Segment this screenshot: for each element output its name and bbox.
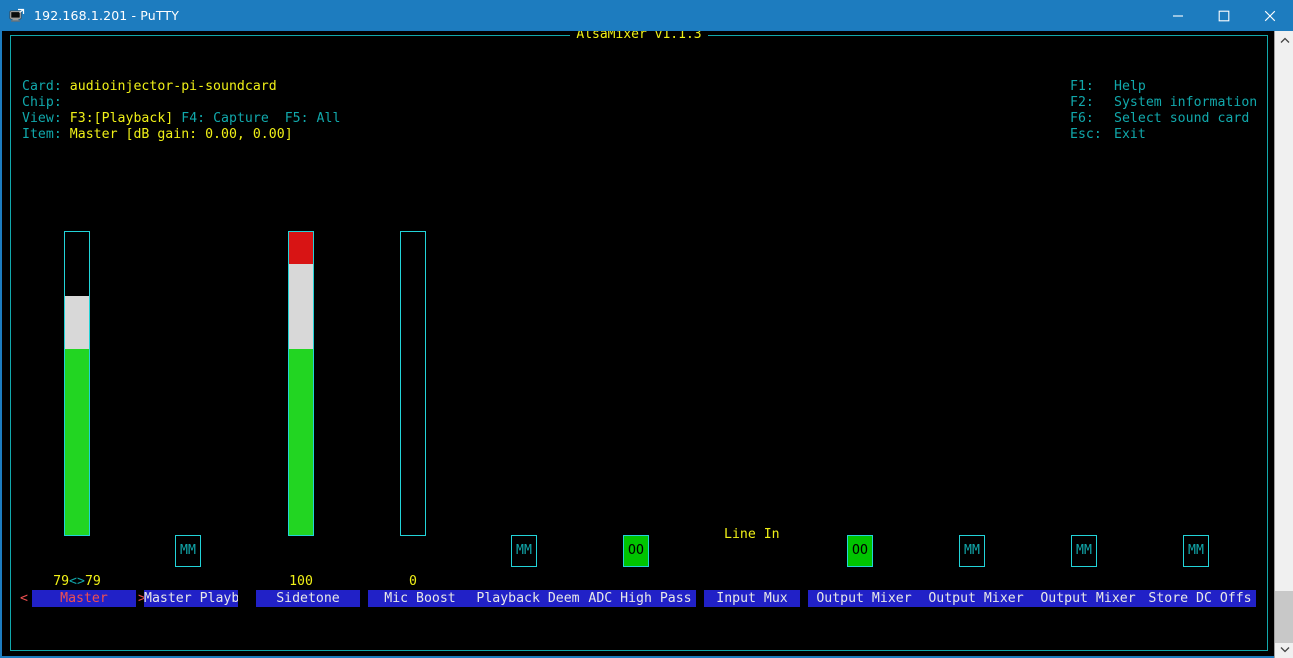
help-text-f2[interactable]: System information: [1114, 95, 1257, 110]
help-key-f2: F2:: [1070, 95, 1094, 110]
putty-icon: [9, 8, 25, 24]
volume-bar-fill: [289, 232, 313, 535]
help-key-f1: F1:: [1070, 79, 1094, 94]
window-title: 192.168.1.201 - PuTTY: [34, 8, 179, 23]
channel-label-master[interactable]: Master: [32, 590, 136, 607]
mute-indicator-adc-high-pass[interactable]: OO: [623, 535, 649, 567]
help-row-f1: F1: Help: [1070, 79, 1146, 95]
value-caption-master: 79<>79: [53, 574, 101, 589]
chip-row: Chip:: [22, 95, 70, 111]
help-row-f6: F6: Select sound card: [1070, 111, 1249, 127]
help-key-esc: Esc:: [1070, 127, 1102, 142]
help-text-esc[interactable]: Exit: [1114, 127, 1146, 142]
value-caption-mic-boost: 0: [409, 574, 417, 589]
view-playback[interactable]: F3:[Playback]: [70, 111, 173, 126]
volume-bar-fill: [65, 296, 89, 535]
mute-indicator-playback-deemphasis[interactable]: MM: [511, 535, 537, 567]
value-caption-sidetone: 100: [289, 574, 313, 589]
channel-label-output-mixer-mic-sidetone[interactable]: Output Mixer: [1032, 590, 1144, 607]
mute-indicator-label: MM: [179, 543, 197, 558]
help-text-f1[interactable]: Help: [1114, 79, 1146, 94]
chip-label: Chip:: [22, 95, 62, 110]
volume-segment-white: [65, 296, 89, 349]
view-all[interactable]: F5: All: [285, 111, 341, 126]
help-key-f6: F6:: [1070, 111, 1094, 126]
mute-indicator-label: MM: [1187, 543, 1205, 558]
volume-segment-green: [65, 349, 89, 535]
mute-indicator-output-mixer-mic-sidetone[interactable]: MM: [1071, 535, 1097, 567]
scrollbar-thumb[interactable]: [1275, 591, 1293, 643]
scroll-down-icon[interactable]: [1275, 640, 1293, 658]
mute-indicator-label: OO: [851, 543, 869, 558]
mute-indicator-output-mixer-hifi[interactable]: OO: [847, 535, 873, 567]
channel-label-adc-high-pass[interactable]: ADC High Pass: [584, 590, 696, 607]
volume-segment-white: [289, 264, 313, 349]
item-value: Master [dB gain: 0.00, 0.00]: [69, 127, 293, 142]
terminal-scrollbar[interactable]: [1274, 31, 1293, 658]
channel-name-row: < Master > Master Playba Sidetone Mic Bo…: [2, 590, 1260, 607]
mute-indicator-label: OO: [627, 543, 645, 558]
help-row-esc: Esc: Exit: [1070, 127, 1146, 143]
channel-label-mic-boost[interactable]: Mic Boost: [368, 590, 472, 607]
item-label: Item:: [22, 127, 62, 142]
volume-bar-master[interactable]: [64, 231, 90, 536]
mute-indicator-master-playback[interactable]: MM: [175, 535, 201, 567]
channel-label-master-playback[interactable]: Master Playba: [144, 590, 238, 607]
mute-indicator-label: MM: [963, 543, 981, 558]
channel-label-output-mixer-line-bypass[interactable]: Output Mixer: [920, 590, 1032, 607]
card-row: Card: audioinjector-pi-soundcard: [22, 79, 277, 95]
close-button[interactable]: [1247, 0, 1293, 31]
channel-label-input-mux[interactable]: Input Mux: [704, 590, 800, 607]
mute-indicator-label: MM: [515, 543, 533, 558]
maximize-button[interactable]: [1201, 0, 1247, 31]
help-text-f6[interactable]: Select sound card: [1114, 111, 1249, 126]
putty-window: 192.168.1.201 - PuTTY AlsaMixer v1.1.3 C…: [0, 0, 1293, 658]
channel-label-sidetone[interactable]: Sidetone: [256, 590, 360, 607]
mute-indicator-store-dc-offset[interactable]: MM: [1183, 535, 1209, 567]
mute-indicator-label: MM: [1075, 543, 1093, 558]
card-label: Card:: [22, 79, 62, 94]
window-titlebar[interactable]: 192.168.1.201 - PuTTY: [0, 0, 1293, 31]
terminal-screen[interactable]: AlsaMixer v1.1.3 Card: audioinjector-pi-…: [2, 31, 1276, 656]
card-value: audioinjector-pi-soundcard: [69, 79, 277, 94]
help-row-f2: F2: System information: [1070, 95, 1257, 111]
alsamixer-title-text: AlsaMixer v1.1.3: [570, 31, 708, 42]
volume-bar-sidetone[interactable]: [288, 231, 314, 536]
channel-label-playback-deemphasis[interactable]: Playback Deem: [472, 590, 584, 607]
channel-label-store-dc-offset[interactable]: Store DC Offs: [1144, 590, 1256, 607]
view-capture[interactable]: F4: Capture: [181, 111, 269, 126]
volume-bar-mic-boost[interactable]: [400, 231, 426, 536]
terminal-window: AlsaMixer v1.1.3 Card: audioinjector-pi-…: [0, 31, 1293, 658]
input-mux-value: Line In: [724, 527, 780, 542]
alsamixer-title: AlsaMixer v1.1.3: [11, 31, 1267, 43]
mute-indicator-output-mixer-line-bypass[interactable]: MM: [959, 535, 985, 567]
view-row: View: F3:[Playback] F4: Capture F5: All: [22, 111, 340, 127]
nav-left-arrow[interactable]: <: [18, 590, 30, 607]
minimize-button[interactable]: [1155, 0, 1201, 31]
volume-segment-green: [289, 349, 313, 535]
volume-segment-red: [289, 232, 313, 264]
channel-label-output-mixer-hifi[interactable]: Output Mixer: [808, 590, 920, 607]
item-row: Item: Master [dB gain: 0.00, 0.00]: [22, 127, 293, 143]
scroll-up-icon[interactable]: [1275, 31, 1293, 49]
view-label: View:: [22, 111, 62, 126]
